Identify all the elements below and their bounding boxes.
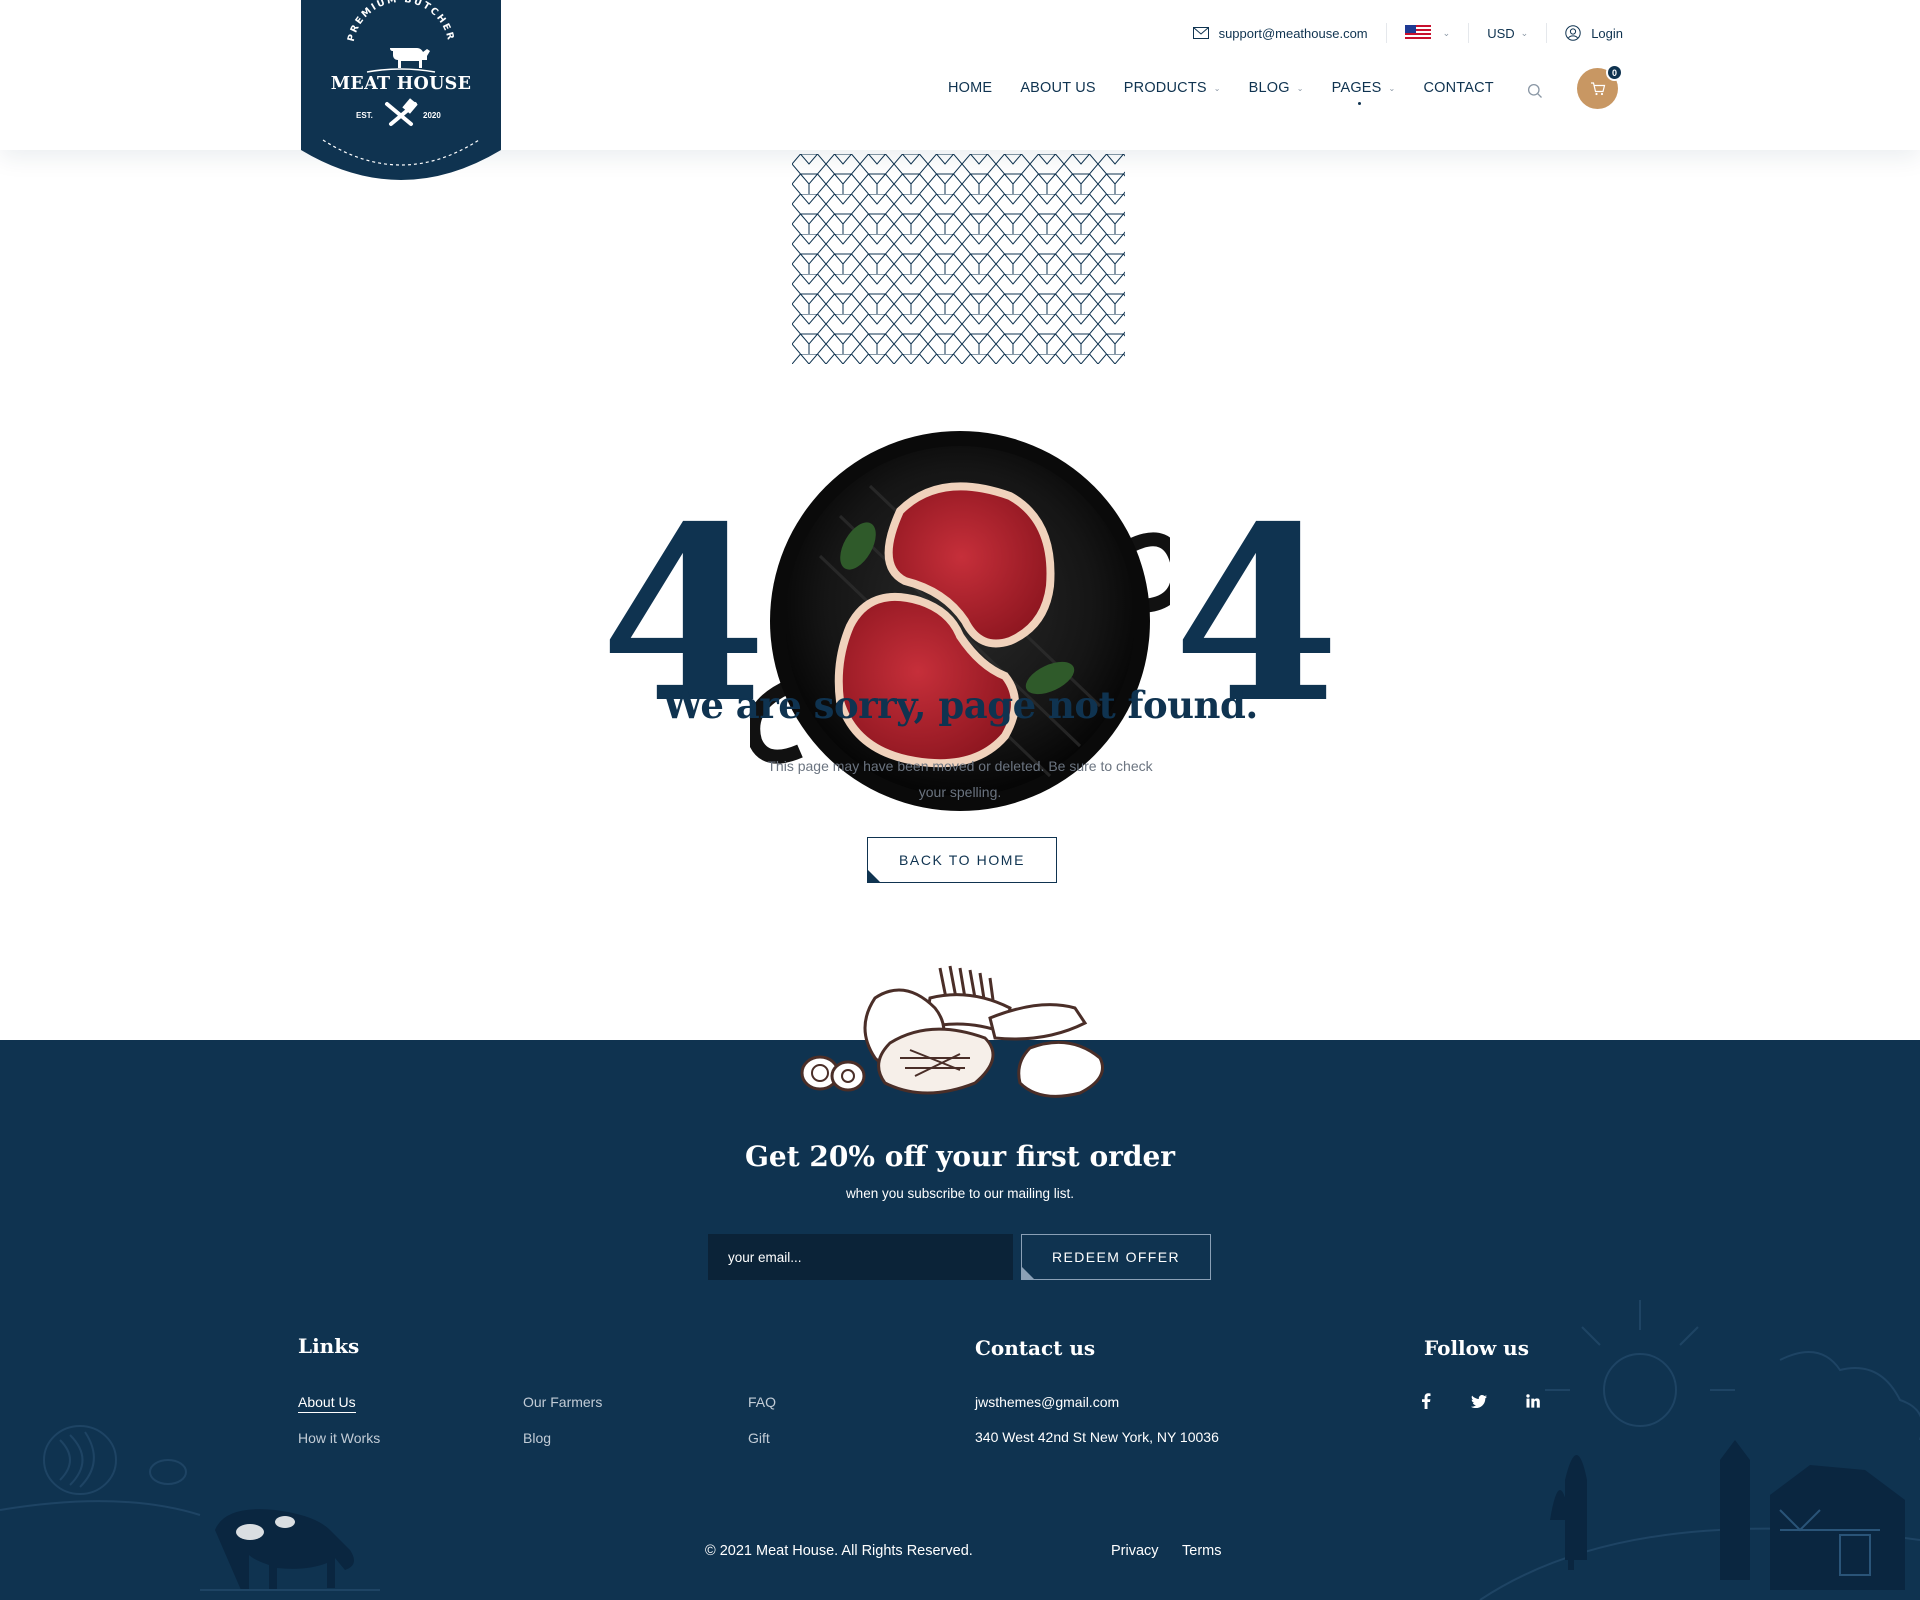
links-title: Links: [298, 1334, 360, 1358]
main-nav: HOME ABOUT US PRODUCTS ⌄ BLOG ⌄ PAGES ⌄ CON…: [948, 80, 1522, 96]
newsletter-email-input[interactable]: [708, 1234, 1013, 1280]
nav-item-blog[interactable]: BLOG ⌄: [1249, 80, 1304, 96]
site-logo[interactable]: PREMIUM BUTCHER MEAT HOUSE EST. 2020: [301, 0, 501, 188]
topbar-divider: [1546, 23, 1548, 43]
nav-item-products[interactable]: PRODUCTS ⌄: [1124, 80, 1221, 96]
meat-sketch-illustration: [800, 965, 1104, 1098]
topbar-divider: [1468, 23, 1470, 43]
nav-label: HOME: [948, 80, 993, 96]
redeem-offer-button[interactable]: REDEEM OFFER: [1021, 1234, 1211, 1280]
logo-year: 2020: [423, 111, 441, 120]
cart-button[interactable]: 0: [1577, 64, 1623, 109]
contact-address: 340 West 42nd St New York, NY 10036: [975, 1429, 1219, 1445]
privacy-link[interactable]: Privacy: [1111, 1543, 1159, 1559]
nav-item-pages[interactable]: PAGES ⌄: [1332, 80, 1396, 96]
cart-icon: [1590, 81, 1605, 95]
chevron-down-icon: ⌄: [1442, 27, 1451, 38]
nav-item-home[interactable]: HOME: [948, 80, 992, 96]
mail-icon: [1192, 27, 1209, 39]
logo-est: EST.: [356, 111, 373, 120]
chevron-down-icon: ⌄: [1520, 27, 1529, 38]
cart-count-badge: 0: [1606, 64, 1623, 81]
search-icon[interactable]: [1527, 83, 1543, 99]
footer-link-about-us[interactable]: About Us: [298, 1394, 356, 1413]
top-bar: support@meathouse.com ⌄ USD ⌄ Login: [1192, 22, 1623, 44]
footer-link-blog[interactable]: Blog: [523, 1430, 551, 1446]
copyright-text: © 2021 Meat House. All Rights Reserved.: [705, 1543, 973, 1559]
error-section: 4 4 We are sorry, page not found. This p…: [0, 150, 1920, 1098]
nav-label: ABOUT US: [1020, 80, 1096, 96]
support-email-link[interactable]: support@meathouse.com: [1219, 26, 1368, 41]
newsletter-subtitle: when you subscribe to our mailing list.: [845, 1186, 1075, 1201]
currency-label: USD: [1487, 25, 1515, 41]
farm-barn-illustration: [1479, 1300, 1920, 1600]
footer-link-faq[interactable]: FAQ: [748, 1394, 776, 1410]
footer-link-our-farmers[interactable]: Our Farmers: [523, 1394, 602, 1410]
login-label: Login: [1591, 25, 1623, 41]
chevron-down-icon: ⌄: [1388, 83, 1396, 93]
nav-label: PRODUCTS: [1123, 80, 1207, 96]
site-footer: Get 20% off your first order when you su…: [0, 1040, 1920, 1600]
chevron-down-icon: ⌄: [1296, 83, 1304, 93]
footer-link-gift[interactable]: Gift: [748, 1430, 770, 1446]
logo-title: MEAT HOUSE: [330, 74, 472, 94]
nav-label: PAGES: [1331, 80, 1382, 96]
facebook-icon[interactable]: [1417, 1392, 1435, 1410]
site-header: support@meathouse.com ⌄ USD ⌄ Login HOME…: [0, 0, 1920, 150]
currency-selector[interactable]: USD ⌄: [1487, 26, 1528, 41]
linkedin-icon[interactable]: [1524, 1392, 1542, 1410]
topbar-divider: [1385, 23, 1387, 43]
us-flag-icon: [1404, 25, 1431, 41]
nav-label: BLOG: [1248, 80, 1290, 96]
contact-title: Contact us: [975, 1336, 1096, 1360]
hexagon-pattern: [792, 154, 1125, 364]
nav-item-contact[interactable]: CONTACT: [1423, 80, 1493, 96]
contact-email-link[interactable]: jwsthemes@gmail.com: [975, 1394, 1119, 1410]
newsletter-title: Get 20% off your first order: [744, 1140, 1176, 1173]
back-to-home-button[interactable]: BACK TO HOME: [867, 837, 1057, 883]
user-icon: [1565, 25, 1581, 41]
nav-label: CONTACT: [1423, 80, 1494, 96]
language-selector[interactable]: ⌄: [1404, 25, 1451, 41]
error-title: We are sorry, page not found.: [662, 683, 1258, 727]
error-message: This page may have been moved or deleted…: [767, 758, 1153, 800]
logo-badge: PREMIUM BUTCHER: [301, 0, 501, 180]
terms-link[interactable]: Terms: [1182, 1543, 1221, 1559]
footer-link-how-it-works[interactable]: How it Works: [298, 1430, 380, 1446]
nav-item-about-us[interactable]: ABOUT US: [1020, 80, 1095, 96]
chevron-down-icon: ⌄: [1213, 83, 1221, 93]
twitter-icon[interactable]: [1470, 1392, 1488, 1410]
login-link[interactable]: Login: [1565, 25, 1623, 41]
follow-title: Follow us: [1424, 1336, 1529, 1360]
farm-cow-illustration: [0, 1425, 380, 1591]
